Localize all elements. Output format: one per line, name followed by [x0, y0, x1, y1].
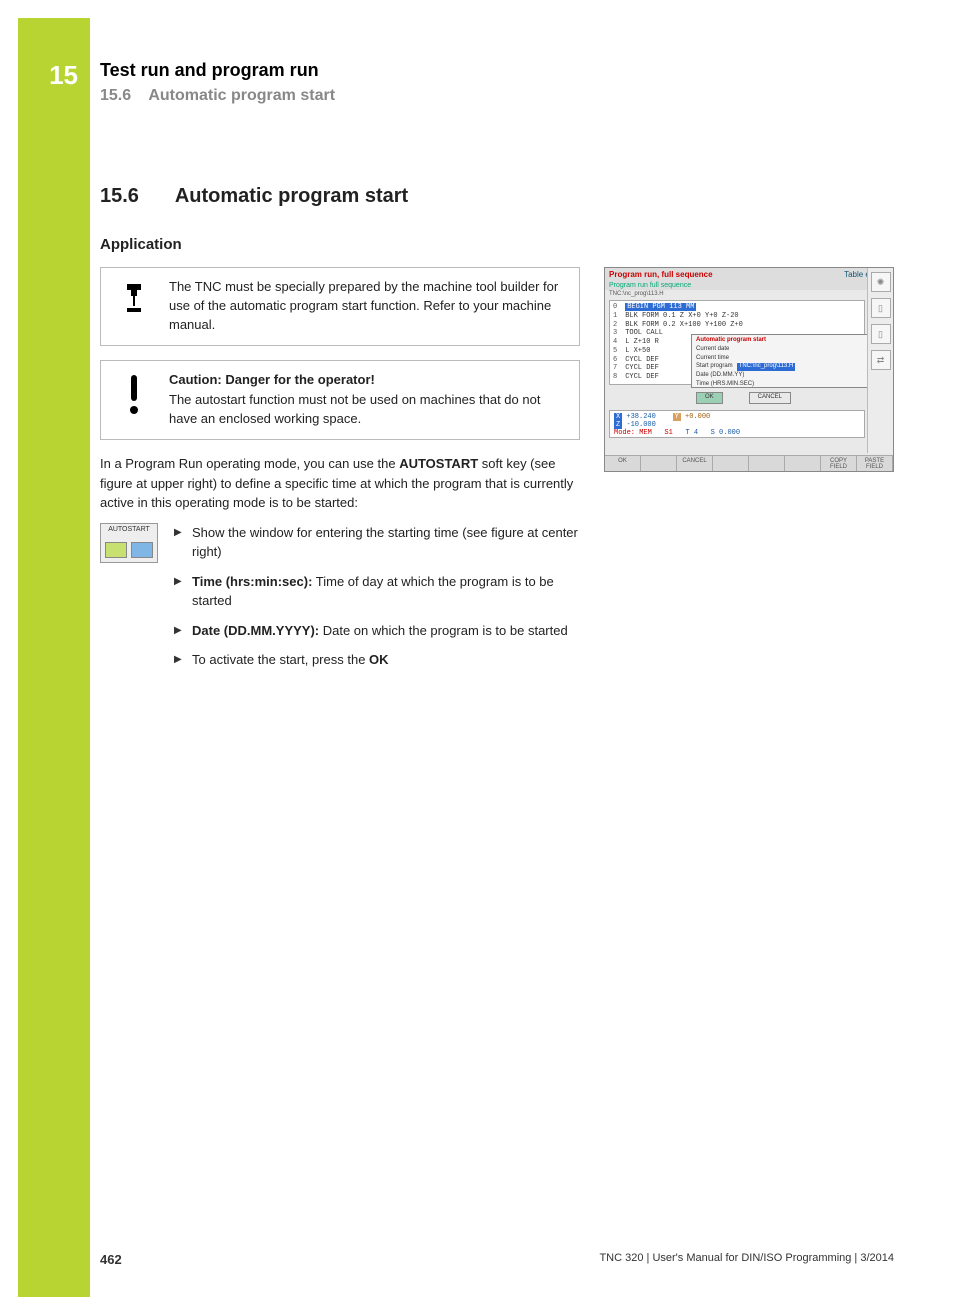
section-heading-title: Automatic program start: [175, 185, 408, 207]
ss-line-num: 0: [613, 303, 621, 312]
ss-right-toolbar: ✺ ▯ ▯ ⇄: [867, 268, 893, 453]
subheading-application: Application: [100, 236, 894, 253]
list-item-bold: Time (hrs:min:sec):: [192, 574, 312, 589]
note-machine-text: The TNC must be specially prepared by th…: [169, 278, 567, 335]
ss-line-text: L X+50: [625, 347, 650, 355]
ss-softkey[interactable]: CANCEL: [677, 456, 713, 471]
page-number: 462: [100, 1252, 122, 1267]
ss-line-num: 5: [613, 347, 621, 356]
ss-line-text: BLK FORM 0.2 X+100 Y+100 Z+0: [625, 321, 743, 329]
ss-t: T 4: [685, 429, 698, 437]
ss-line-num: 2: [613, 321, 621, 330]
ss-x-val: +38.240: [626, 413, 655, 421]
ss-mode-sub: Program run full sequence: [605, 281, 893, 290]
ss-line-num: 7: [613, 364, 621, 373]
section-header-title: Automatic program start: [148, 87, 335, 104]
ss-line-text: BEGIN PGM 113 MM: [625, 303, 696, 311]
machine-tool-icon: [113, 278, 155, 335]
note-caution-body: The autostart function must not be used …: [169, 392, 540, 426]
ss-line-text: TOOL CALL: [625, 329, 663, 337]
body-paragraph: In a Program Run operating mode, you can…: [100, 454, 580, 513]
ss-softkey[interactable]: OK: [605, 456, 641, 471]
ss-softkey[interactable]: COPY FIELD: [821, 456, 857, 471]
tnc-screenshot: Program run, full sequence Table editing…: [604, 267, 894, 472]
ss-line-text: CYCL DEF: [625, 356, 659, 364]
ss-line-text: BLK FORM 0.1 Z X+0 Y+0 Z-20: [625, 312, 738, 320]
ss-autostart-dialog: Automatic program start Current date Cur…: [691, 334, 869, 388]
ss-program-path: TNC:\nc_prog\113.H: [605, 290, 893, 298]
ss-toolbar-icon[interactable]: ▯: [871, 298, 891, 318]
note-caution-title: Caution: Danger for the operator!: [169, 371, 567, 390]
section-heading-number: 15.6: [100, 185, 170, 208]
ss-softkey[interactable]: [749, 456, 785, 471]
note-caution-text: Caution: Danger for the operator! The au…: [169, 371, 567, 430]
chapter-title: Test run and program run: [100, 60, 894, 81]
ss-toolbar-icon[interactable]: ⇄: [871, 350, 891, 370]
section-heading: 15.6 Automatic program start: [100, 185, 894, 208]
ss-line-num: 6: [613, 356, 621, 365]
list-item-pre: To activate the start, press the: [192, 652, 369, 667]
ss-line-num: 4: [613, 338, 621, 347]
autostart-softkey-label: AUTOSTART: [108, 526, 150, 533]
ss-z-val: -10.000: [626, 421, 655, 429]
ss-dialog-row: Time (HRS.MIN.SEC): [696, 381, 754, 389]
section-header: 15.6 Automatic program start: [100, 87, 894, 105]
ss-toolbar-icon[interactable]: ▯: [871, 324, 891, 344]
ss-line-text: CYCL DEF: [625, 364, 659, 372]
autostart-softkey-thumb: AUTOSTART: [100, 523, 158, 563]
note-machine-builder: The TNC must be specially prepared by th…: [100, 267, 580, 346]
ss-softkey[interactable]: [713, 456, 749, 471]
ss-dialog-row: Date (DD.MM.YY): [696, 372, 744, 380]
ss-mode: Mode: MEM: [614, 429, 652, 437]
list-item: Date (DD.MM.YYYY): Date on which the pro…: [174, 621, 580, 641]
ss-line-text: CYCL DEF: [625, 373, 659, 381]
ss-s: S 0.000: [711, 429, 740, 437]
footer-docline: TNC 320 | User's Manual for DIN/ISO Prog…: [599, 1252, 894, 1267]
ss-line-text: L Z+10 R: [625, 338, 659, 346]
note-caution: Caution: Danger for the operator! The au…: [100, 360, 580, 441]
ss-y-val: +0.000: [685, 413, 710, 421]
ss-y-label: Y: [673, 413, 681, 421]
ss-dialog-ok-button[interactable]: OK: [696, 392, 723, 404]
list-item: To activate the start, press the OK: [174, 650, 580, 670]
ss-srate: S1: [664, 429, 672, 437]
warning-icon: [113, 371, 155, 430]
autostart-word: AUTOSTART: [399, 456, 478, 471]
ss-line-num: 8: [613, 373, 621, 382]
ss-x-label: X: [614, 413, 622, 421]
list-item: Time (hrs:min:sec): Time of day at which…: [174, 572, 580, 611]
ss-mode-title: Program run, full sequence: [609, 270, 713, 279]
list-item: Show the window for entering the startin…: [174, 523, 580, 562]
body-before: In a Program Run operating mode, you can…: [100, 456, 399, 471]
ss-softkey[interactable]: PASTE FIELD: [857, 456, 893, 471]
ss-dialog-prog-value: TNC:\nc_prog\113.H: [737, 363, 796, 371]
ss-line-num: 3: [613, 329, 621, 338]
page-header: Test run and program run 15.6 Automatic …: [100, 60, 894, 105]
list-item-rest: Date on which the program is to be start…: [319, 623, 568, 638]
ss-toolbar-icon[interactable]: ✺: [871, 272, 891, 292]
ss-softkey[interactable]: [641, 456, 677, 471]
list-item-bold: Date (DD.MM.YYYY):: [192, 623, 319, 638]
section-header-number: 15.6: [100, 87, 131, 104]
list-item-text: Show the window for entering the startin…: [192, 525, 578, 560]
ss-dialog-row: Current time: [696, 355, 729, 363]
ss-softkey[interactable]: [785, 456, 821, 471]
ss-dialog-row: Start program: [696, 363, 733, 371]
ss-status-bar: X +38.240 Y +0.000 Z -10.000 Mode: MEM S…: [609, 410, 865, 438]
ss-z-label: Z: [614, 421, 622, 429]
ss-softkey-row: OK CANCEL COPY FIELD PASTE FIELD: [605, 455, 893, 471]
list-item-bold-end: OK: [369, 652, 389, 667]
page-footer: 462 TNC 320 | User's Manual for DIN/ISO …: [100, 1252, 894, 1267]
ss-dialog-row: Current date: [696, 346, 729, 354]
ss-dialog-cancel-button[interactable]: CANCEL: [749, 392, 791, 404]
instruction-list: Show the window for entering the startin…: [174, 523, 580, 680]
ss-dialog-title: Automatic program start: [696, 337, 864, 345]
ss-line-num: 1: [613, 312, 621, 321]
